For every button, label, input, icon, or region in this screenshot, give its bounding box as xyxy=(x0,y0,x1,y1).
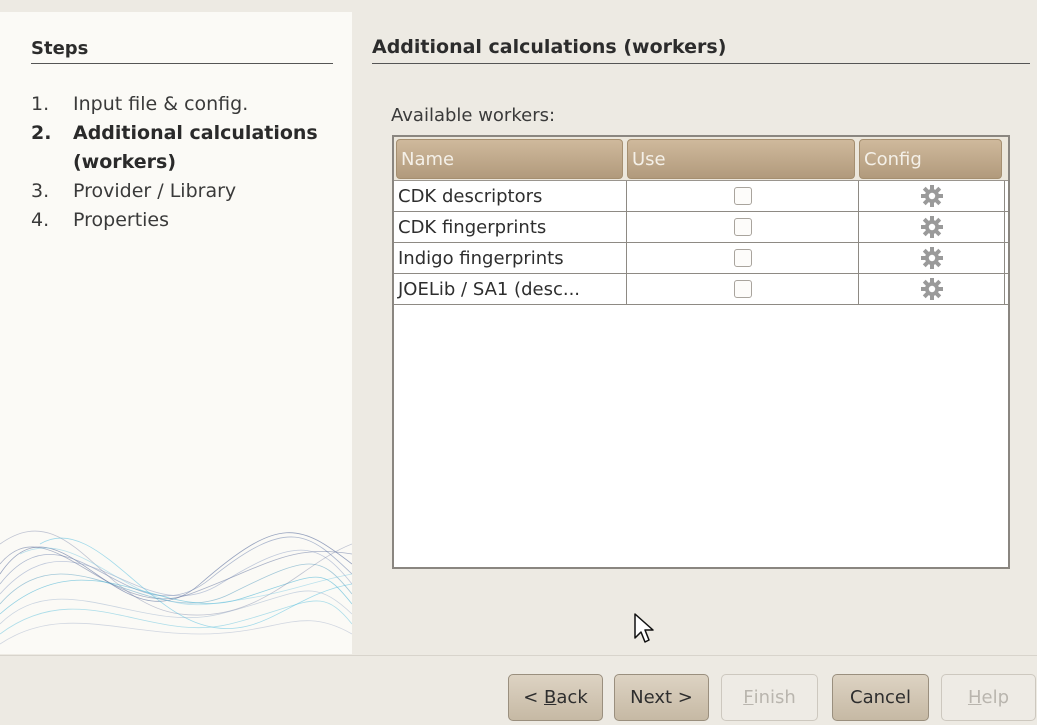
use-cell xyxy=(627,243,859,273)
steps-list: 1. Input file & config. 2. Additional ca… xyxy=(31,90,331,235)
table-row[interactable]: Indigo fingerprints xyxy=(394,243,1008,274)
use-checkbox[interactable] xyxy=(733,187,752,205)
table-row[interactable]: JOELib / SA1 (desc... xyxy=(394,274,1008,305)
config-cell xyxy=(859,274,1005,304)
column-header-use[interactable]: Use xyxy=(627,139,855,179)
worker-name: CDK fingerprints xyxy=(394,212,627,242)
help-button[interactable]: Help xyxy=(941,674,1036,721)
page-title: Additional calculations (workers) xyxy=(372,36,1030,64)
workers-table: Name Use Config CDK descriptors CDK fing… xyxy=(392,135,1010,569)
back-button[interactable]: < Back xyxy=(508,674,603,721)
table-row[interactable]: CDK descriptors xyxy=(394,181,1008,212)
use-checkbox[interactable] xyxy=(733,280,752,298)
gear-icon[interactable] xyxy=(920,215,944,239)
use-cell xyxy=(627,212,859,242)
config-cell xyxy=(859,243,1005,273)
step-label: Additional calculations (workers) xyxy=(73,122,318,173)
back-prefix: < xyxy=(523,687,545,708)
finish-button[interactable]: Finish xyxy=(721,674,818,721)
step-item-2: 2. Additional calculations (workers) xyxy=(31,119,331,177)
back-rest: ack xyxy=(556,687,588,708)
gear-icon[interactable] xyxy=(920,184,944,208)
steps-title: Steps xyxy=(31,38,333,64)
cancel-button[interactable]: Cancel xyxy=(832,674,929,721)
column-header-name[interactable]: Name xyxy=(396,139,623,179)
use-checkbox[interactable] xyxy=(733,218,752,236)
column-header-config[interactable]: Config xyxy=(859,139,1002,179)
config-cell xyxy=(859,181,1005,211)
available-workers-label: Available workers: xyxy=(391,105,556,126)
mouse-pointer-icon xyxy=(634,613,654,643)
step-number: 2. xyxy=(31,122,52,144)
config-cell xyxy=(859,212,1005,242)
decorative-wave-art xyxy=(0,530,352,645)
finish-rest: inish xyxy=(753,687,796,708)
step-number: 1. xyxy=(31,93,50,115)
step-item-1: 1. Input file & config. xyxy=(31,90,331,119)
help-mnemonic: H xyxy=(967,687,982,708)
step-label: Provider / Library xyxy=(73,180,237,202)
next-button[interactable]: Next > xyxy=(614,674,709,721)
step-number: 4. xyxy=(31,209,50,231)
steps-panel: Steps 1. Input file & config. 2. Additio… xyxy=(0,12,352,654)
worker-name: Indigo fingerprints xyxy=(394,243,627,273)
step-item-4: 4. Properties xyxy=(31,206,331,235)
use-cell xyxy=(627,274,859,304)
back-mnemonic: B xyxy=(544,687,557,708)
gear-icon[interactable] xyxy=(920,277,944,301)
step-label: Properties xyxy=(73,209,170,231)
gear-icon[interactable] xyxy=(920,246,944,270)
worker-name: JOELib / SA1 (desc... xyxy=(394,274,627,304)
finish-mnemonic: F xyxy=(743,687,754,708)
step-number: 3. xyxy=(31,180,50,202)
help-rest: elp xyxy=(981,687,1010,708)
step-label: Input file & config. xyxy=(73,93,249,115)
use-cell xyxy=(627,181,859,211)
worker-name: CDK descriptors xyxy=(394,181,627,211)
table-row[interactable]: CDK fingerprints xyxy=(394,212,1008,243)
step-item-3: 3. Provider / Library xyxy=(31,177,331,206)
table-header: Name Use Config xyxy=(394,137,1008,181)
bottom-divider xyxy=(0,655,1037,656)
use-checkbox[interactable] xyxy=(733,249,752,267)
